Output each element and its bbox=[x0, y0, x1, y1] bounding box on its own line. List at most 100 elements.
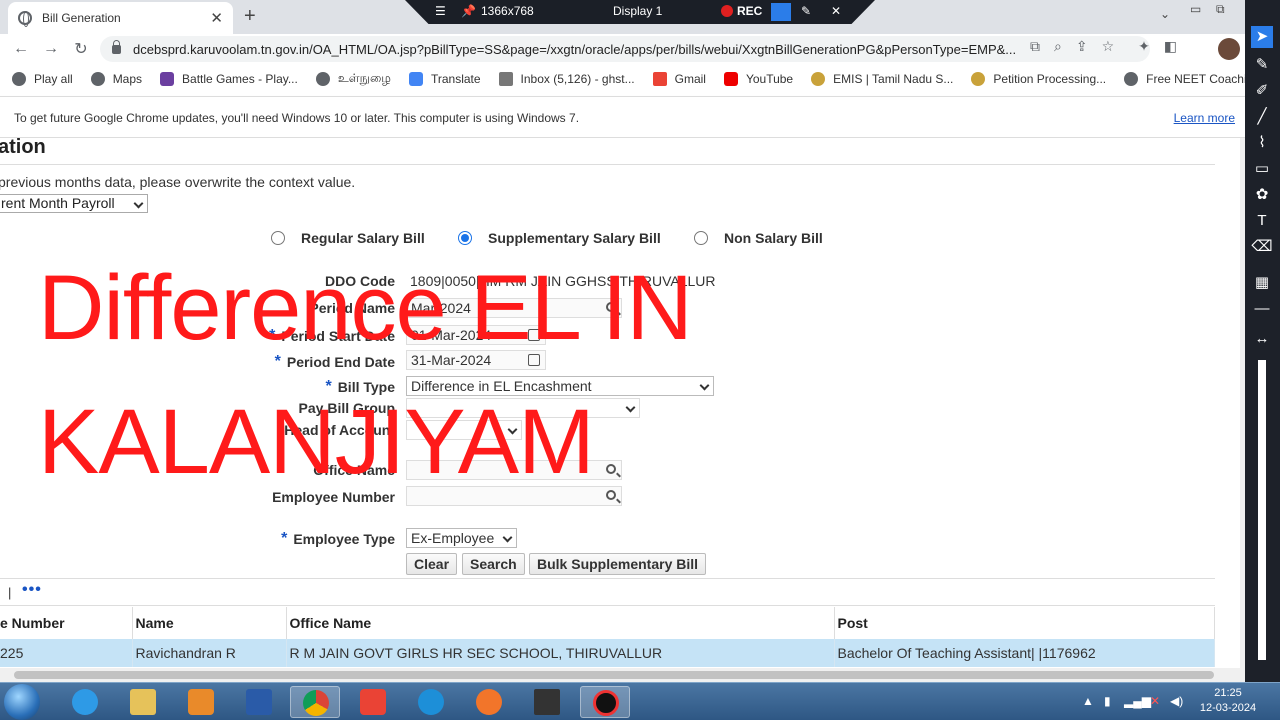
back-button[interactable]: ← bbox=[6, 40, 36, 58]
taskbar-file-explorer[interactable] bbox=[118, 686, 168, 718]
record-icon bbox=[721, 5, 733, 17]
search-button[interactable]: Search bbox=[462, 553, 525, 575]
horizontal-scrollbar[interactable] bbox=[0, 668, 1245, 682]
taskbar-chrome[interactable] bbox=[290, 686, 340, 718]
update-infobar: To get future Google Chrome updates, you… bbox=[0, 96, 1245, 138]
context-select[interactable]: rent Month Payroll bbox=[0, 194, 148, 213]
share-icon[interactable]: ⇪ bbox=[1076, 38, 1088, 55]
pin-icon[interactable]: 📌 bbox=[461, 4, 476, 18]
bookmark-neet[interactable]: Free NEET Coachin... bbox=[1124, 72, 1263, 86]
taskbar-word[interactable] bbox=[234, 686, 284, 718]
reload-button[interactable]: ↻ bbox=[66, 39, 96, 59]
required-asterisk: * bbox=[281, 530, 288, 547]
bookmark-label: EMIS | Tamil Nadu S... bbox=[833, 72, 954, 86]
radio-regular-salary-bill[interactable]: Regular Salary Bill bbox=[271, 230, 425, 246]
bookmark-battle-games[interactable]: Battle Games - Play... bbox=[160, 72, 298, 86]
start-button[interactable] bbox=[4, 684, 40, 720]
eraser-icon[interactable]: ⌫ bbox=[1251, 236, 1273, 258]
bookmark-youtube[interactable]: YouTube bbox=[723, 72, 794, 86]
bookmark-play-all[interactable]: Play all bbox=[12, 72, 73, 86]
show-hidden-icons[interactable]: ▲ bbox=[1082, 694, 1094, 708]
page-content: ation previous months data, please overw… bbox=[0, 138, 1240, 668]
brush-icon[interactable]: ⌇ bbox=[1251, 132, 1273, 154]
search-icon[interactable] bbox=[606, 490, 616, 500]
table-header-row: e Number Name Office Name Post bbox=[0, 607, 1215, 639]
bookmark-inbox[interactable]: Inbox (5,126) - ghst... bbox=[498, 72, 635, 86]
recorder-display[interactable]: Display 1 bbox=[613, 4, 662, 18]
bookmark-translate[interactable]: Translate bbox=[408, 72, 481, 86]
taskbar-window[interactable] bbox=[522, 686, 572, 718]
taskbar-firefox[interactable] bbox=[464, 686, 514, 718]
close-tab-icon[interactable]: ✕ bbox=[210, 9, 223, 27]
scrollbar-thumb[interactable] bbox=[14, 671, 1214, 679]
radio-non-salary-bill[interactable]: Non Salary Bill bbox=[694, 230, 823, 246]
column-office-name[interactable]: Office Name bbox=[286, 607, 835, 639]
taskbar-media-player[interactable] bbox=[176, 686, 226, 718]
radio-supplementary-salary-bill[interactable]: Supplementary Salary Bill bbox=[458, 230, 661, 246]
bookmark-label: உள்நுழை bbox=[337, 71, 391, 85]
bookmark-login[interactable]: உள்நுழை bbox=[315, 71, 391, 87]
taskbar-clock[interactable]: 21:25 12-03-2024 bbox=[1198, 686, 1258, 716]
emblem-icon bbox=[811, 72, 826, 86]
omnibox-actions: ⧉ ⌕ ⇪ ☆ ✦ ◧ bbox=[1030, 38, 1177, 55]
overlay-caption-line1: Difference EL IN bbox=[38, 257, 693, 359]
column-post[interactable]: Post bbox=[834, 607, 1215, 639]
tab-title: Bill Generation bbox=[42, 11, 121, 25]
menu-icon[interactable]: ☰ bbox=[435, 4, 446, 18]
new-tab-button[interactable]: + bbox=[244, 5, 256, 28]
pen-icon[interactable]: ✎ bbox=[801, 4, 811, 18]
employee-type-select[interactable]: Ex-Employee bbox=[406, 528, 517, 548]
clear-button[interactable]: Clear bbox=[406, 553, 458, 575]
taskbar-recorder[interactable] bbox=[580, 686, 630, 718]
radio-circle[interactable] bbox=[694, 231, 708, 245]
bookmark-maps[interactable]: Maps bbox=[90, 72, 142, 86]
taskbar-edge[interactable] bbox=[406, 686, 456, 718]
radio-circle-selected[interactable] bbox=[458, 231, 472, 245]
radio-circle[interactable] bbox=[271, 231, 285, 245]
translate-icon[interactable]: ⧉ bbox=[1030, 38, 1040, 55]
cursor-icon[interactable]: ➤ bbox=[1251, 26, 1273, 48]
expand-icon[interactable]: ↔ bbox=[1251, 328, 1273, 350]
clock-time: 21:25 bbox=[1214, 687, 1242, 699]
pen-icon[interactable]: ✎ bbox=[1251, 54, 1273, 76]
thickness-icon[interactable]: — bbox=[1251, 298, 1273, 320]
bookmark-label: YouTube bbox=[745, 72, 794, 86]
battery-icon[interactable]: ▮ bbox=[1104, 694, 1111, 708]
address-bar[interactable]: dcebsprd.karuvoolam.tn.gov.in/OA_HTML/OA… bbox=[100, 36, 1150, 62]
rectangle-icon[interactable]: ▭ bbox=[1251, 158, 1273, 180]
cell-post: Bachelor Of Teaching Assistant| |1176962 bbox=[834, 639, 1215, 667]
forward-button[interactable]: → bbox=[36, 40, 66, 58]
camera-toggle[interactable] bbox=[771, 3, 791, 21]
column-employee-number[interactable]: e Number bbox=[0, 607, 133, 639]
table-row[interactable]: 225 Ravichandran R R M JAIN GOVT GIRLS H… bbox=[0, 639, 1215, 667]
line-icon[interactable]: ╱ bbox=[1251, 106, 1273, 128]
extensions-icon[interactable]: ✦ bbox=[1138, 38, 1150, 55]
rec-button[interactable]: REC bbox=[721, 4, 762, 18]
side-panel-icon[interactable]: ◧ bbox=[1164, 38, 1177, 55]
zoom-icon[interactable]: ⌕ bbox=[1054, 38, 1062, 55]
bookmark-star-icon[interactable]: ☆ bbox=[1102, 38, 1115, 55]
bulk-supplementary-bill-button[interactable]: Bulk Supplementary Bill bbox=[529, 553, 707, 575]
column-name[interactable]: Name bbox=[132, 607, 287, 639]
search-icon[interactable] bbox=[606, 464, 616, 474]
bookmark-gmail[interactable]: Gmail bbox=[652, 72, 706, 86]
tab-search-chevron-icon[interactable]: ⌄ bbox=[1160, 7, 1170, 21]
tab-bill-generation[interactable]: Bill Generation ✕ bbox=[8, 2, 233, 34]
text-icon[interactable]: T bbox=[1251, 210, 1273, 232]
taskbar-internet-explorer[interactable] bbox=[60, 686, 110, 718]
bookmark-emis[interactable]: EMIS | Tamil Nadu S... bbox=[811, 72, 953, 86]
highlighter-icon[interactable]: ✐ bbox=[1251, 80, 1273, 102]
restore-button[interactable]: ⧉ bbox=[1216, 2, 1225, 17]
network-error-icon[interactable]: ✕ bbox=[1150, 694, 1160, 708]
learn-more-link[interactable]: Learn more bbox=[1174, 111, 1235, 125]
palette-icon[interactable]: ✿ bbox=[1251, 184, 1273, 206]
taskbar-gmail[interactable] bbox=[348, 686, 398, 718]
close-recorder-icon[interactable]: ✕ bbox=[831, 4, 841, 18]
volume-icon[interactable]: ◀) bbox=[1170, 694, 1183, 708]
profile-avatar[interactable] bbox=[1218, 38, 1240, 60]
signal-icon[interactable]: ▂▄▆ bbox=[1124, 694, 1151, 708]
minimize-button[interactable]: ▭ bbox=[1190, 2, 1201, 16]
opacity-icon[interactable]: ▦ bbox=[1251, 272, 1273, 294]
more-actions-icon[interactable]: ••• bbox=[22, 581, 42, 599]
bookmark-petition[interactable]: Petition Processing... bbox=[971, 72, 1106, 86]
